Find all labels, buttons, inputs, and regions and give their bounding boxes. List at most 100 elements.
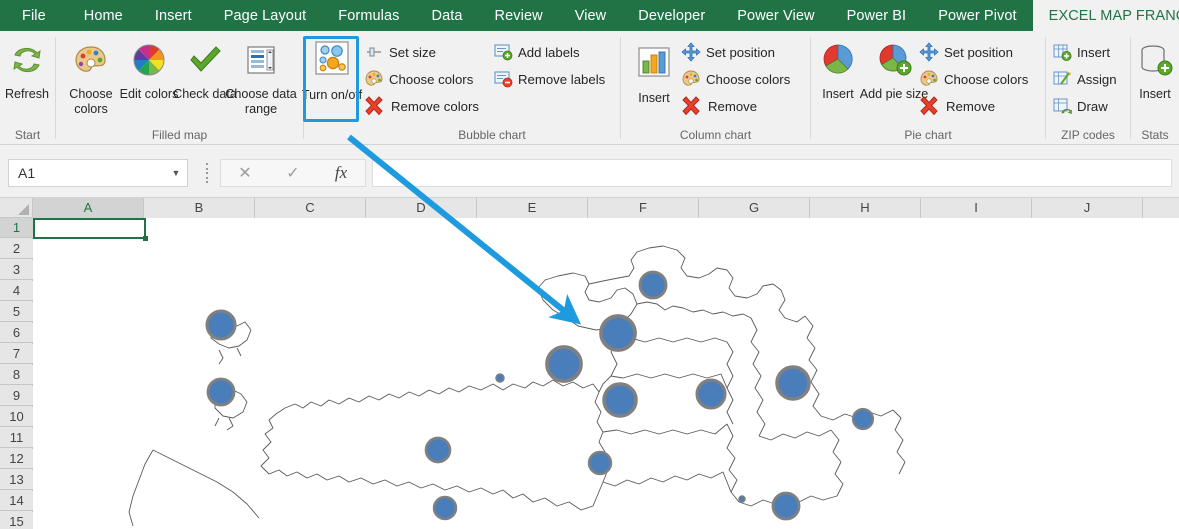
zip-insert-button[interactable]: Insert [1052,39,1110,65]
choose-data-range-label: Choose data range [225,87,297,116]
formula-bar-grip[interactable] [203,163,211,183]
map-bubble[interactable] [638,270,668,300]
row-header-6[interactable]: 6 [0,323,33,343]
ribbon-tab-power-view[interactable]: Power View [721,0,830,31]
map-bubble[interactable] [775,365,811,401]
column-header-I[interactable]: I [921,198,1032,218]
ribbon-tab-data[interactable]: Data [416,0,479,31]
bubble-remove-colors-button[interactable]: Remove colors [362,93,479,119]
ribbon-tab-home[interactable]: Home [68,0,139,31]
red-x-icon [917,96,941,116]
row-header-10[interactable]: 10 [0,407,33,427]
bubble-choose-colors-button[interactable]: Choose colors [364,66,473,92]
row-header-5[interactable]: 5 [0,302,33,322]
ribbon-tab-view[interactable]: View [559,0,623,31]
pie-remove-button[interactable]: Remove [917,93,995,119]
column-choose-colors-button[interactable]: Choose colors [681,66,790,92]
column-header-C[interactable]: C [255,198,366,218]
column-header-A[interactable]: A [33,198,144,218]
column-header-K[interactable]: K [1143,198,1179,218]
map-bubble[interactable] [424,436,452,464]
pie-add-size-button[interactable]: Add pie size [860,37,928,141]
group-label-bubble-chart: Bubble chart [458,128,526,142]
bubble-remove-labels-button[interactable]: Remove labels [493,66,605,92]
move-icon [919,42,939,62]
formula-input[interactable] [372,159,1172,187]
bubble-add-labels-button[interactable]: Add labels [493,39,580,65]
choose-data-range-button[interactable]: Choose data range [225,37,297,141]
column-chart-icon [634,43,674,88]
row-header-13[interactable]: 13 [0,470,33,490]
zip-draw-button[interactable]: Draw [1052,93,1108,119]
row-header-14[interactable]: 14 [0,491,33,511]
column-header-B[interactable]: B [144,198,255,218]
color-wheel-icon [130,41,168,84]
ribbon-group-stats: Insert Stats [1131,31,1179,145]
row-header-15[interactable]: 15 [0,512,33,529]
column-set-position-button[interactable]: Set position [681,39,775,65]
column-header-D[interactable]: D [366,198,477,218]
map-bubble[interactable] [495,373,505,383]
row-header-2[interactable]: 2 [0,239,33,259]
row-header-12[interactable]: 12 [0,449,33,469]
map-bubble[interactable] [602,382,638,418]
row-header-3[interactable]: 3 [0,260,33,280]
map-bubble[interactable] [205,309,237,341]
map-bubbles [205,270,875,521]
ribbon-tab-insert[interactable]: Insert [139,0,208,31]
zip-assign-button[interactable]: Assign [1052,66,1117,92]
map-bubble[interactable] [432,495,458,521]
enter-formula-button[interactable]: ✓ [269,160,317,186]
ribbon-tab-power-bi[interactable]: Power BI [831,0,923,31]
column-remove-button[interactable]: Remove [679,93,757,119]
column-header-G[interactable]: G [699,198,810,218]
stats-insert-button[interactable]: Insert [1124,37,1179,141]
pie-set-position-button[interactable]: Set position [919,39,1013,65]
bubble-set-size-button[interactable]: Set size [364,39,436,65]
map-bubble[interactable] [738,495,746,503]
row-header-11[interactable]: 11 [0,428,33,448]
map-bubble[interactable] [851,407,875,431]
insert-function-button[interactable]: fx [317,160,365,186]
row-header-8[interactable]: 8 [0,365,33,385]
column-header-E[interactable]: E [477,198,588,218]
fill-handle[interactable] [143,236,148,241]
selected-cell-a1[interactable] [33,218,146,239]
name-box[interactable]: A1 ▼ [8,159,188,187]
sheet-canvas[interactable] [33,218,1179,529]
bubble-set-size-label: Set size [389,44,436,60]
ribbon-tab-excel-map-france[interactable]: EXCEL MAP FRANCE [1032,0,1179,31]
bubble-turn-on-off-button[interactable]: Turn on/off [301,33,363,137]
map-bubble[interactable] [695,378,727,410]
database-add-icon [1136,41,1174,84]
column-header-F[interactable]: F [588,198,699,218]
row-header-1[interactable]: 1 [0,218,33,238]
map-bubble[interactable] [771,491,801,521]
select-all-corner[interactable] [0,198,33,218]
row-header-7[interactable]: 7 [0,344,33,364]
row-header-4[interactable]: 4 [0,281,33,301]
map-bubble[interactable] [206,377,236,407]
column-header-H[interactable]: H [810,198,921,218]
bubble-choose-colors-label: Choose colors [389,71,474,87]
pie-choose-colors-button[interactable]: Choose colors [919,66,1028,92]
pie-set-position-label: Set position [944,44,1013,60]
ribbon-group-zip-codes: Insert Assign Draw ZIP codes [1046,31,1130,145]
refresh-button[interactable]: Refresh [0,37,58,141]
map-bubble[interactable] [599,314,637,352]
column-header-J[interactable]: J [1032,198,1143,218]
ribbon-tab-developer[interactable]: Developer [622,0,721,31]
ribbon-tab-power-pivot[interactable]: Power Pivot [922,0,1032,31]
france-bubble-map [128,245,906,527]
ribbon: Refresh Start Choose colors Edit colors … [0,31,1179,145]
ribbon-tab-formulas[interactable]: Formulas [322,0,415,31]
grid-add-icon [1052,42,1072,62]
row-header-9[interactable]: 9 [0,386,33,406]
chevron-down-icon[interactable]: ▼ [165,168,187,178]
map-bubble[interactable] [545,345,583,383]
cancel-formula-button[interactable]: ✕ [221,160,269,186]
ribbon-tab-file[interactable]: File [0,0,68,31]
map-bubble[interactable] [587,450,613,476]
ribbon-tab-review[interactable]: Review [479,0,559,31]
ribbon-tab-page-layout[interactable]: Page Layout [208,0,323,31]
